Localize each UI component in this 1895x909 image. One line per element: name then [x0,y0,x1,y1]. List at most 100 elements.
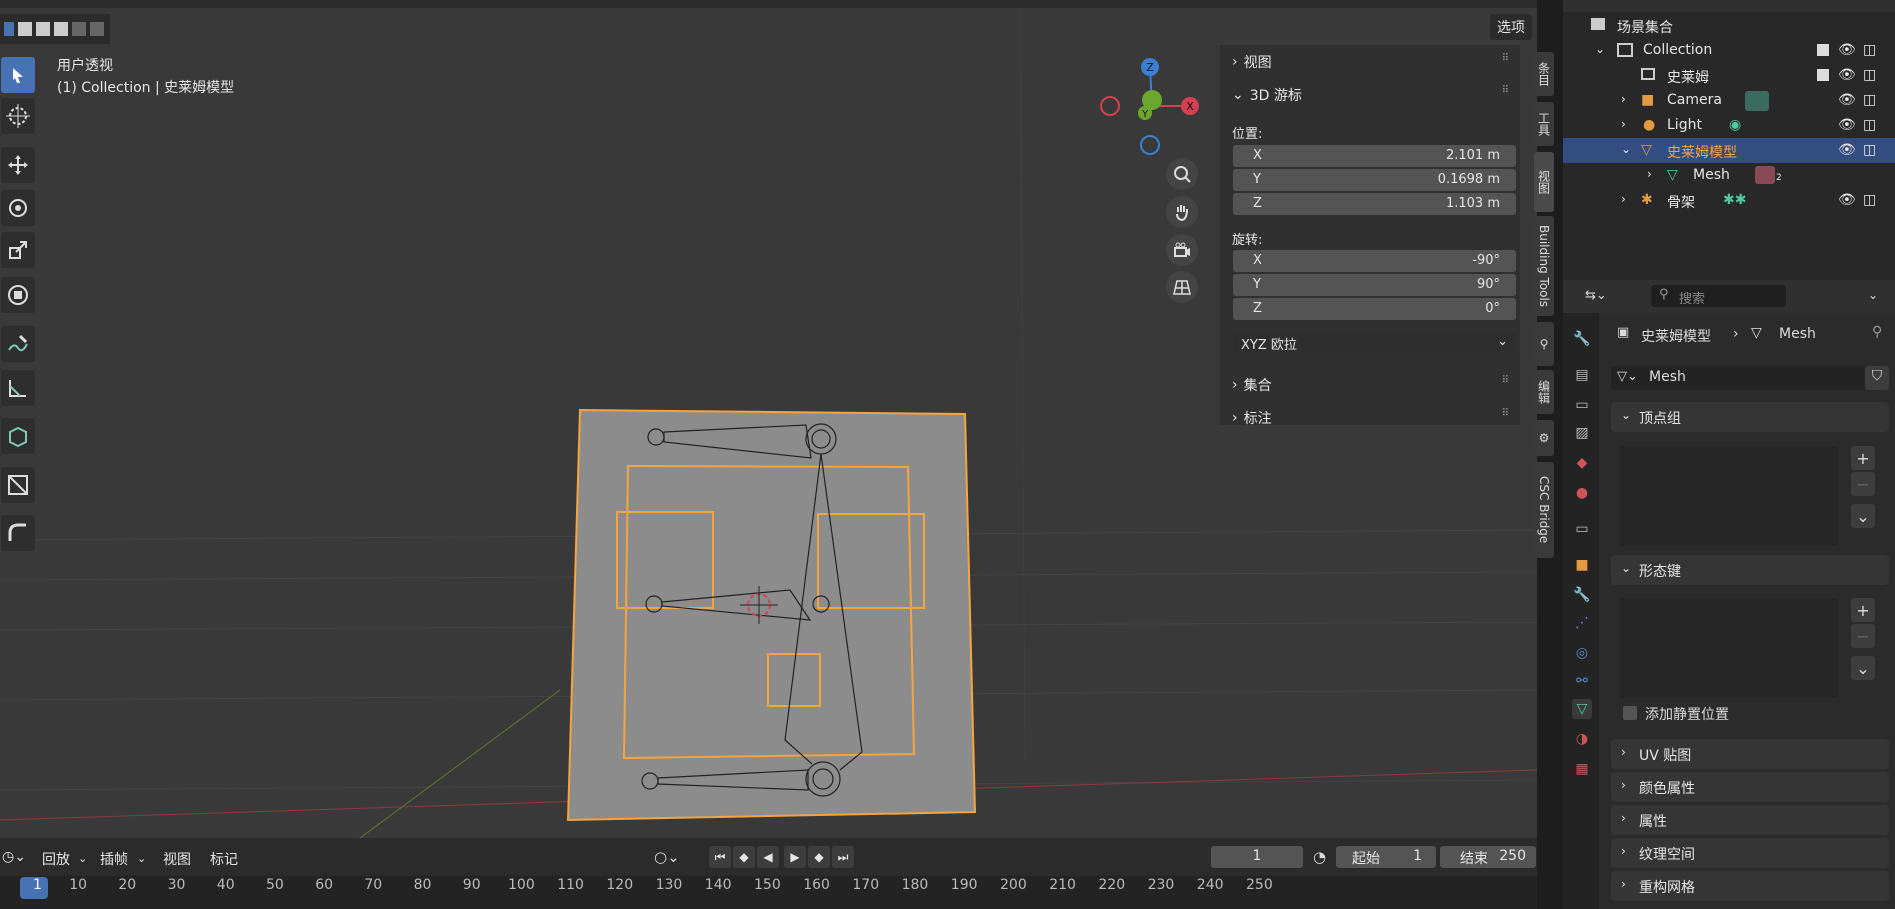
mesh-name-field[interactable]: ▽⌄ Mesh ⛉ [1611,366,1889,390]
cursor-location-z[interactable]: Z 1.103 m [1233,193,1516,215]
editor-type-icon[interactable]: ⇆⌄ [1585,288,1607,303]
eye-icon[interactable]: 👁 [1838,117,1856,133]
bevel-tool[interactable] [1,515,35,551]
camera-render-icon[interactable]: ◫ [1863,142,1876,158]
cursor-rotation-x[interactable]: X -90° [1233,250,1516,272]
transform-tool[interactable] [1,277,35,313]
zoom-icon[interactable] [1166,158,1198,190]
tab-settings-icon[interactable]: ⚙ [1534,420,1554,456]
attributes-panel[interactable]: › 属性 [1611,805,1889,835]
view-layer-tab-icon[interactable]: ▨ [1572,423,1592,443]
start-frame-field[interactable]: 起始 1 [1336,846,1436,868]
cursor-rotation-z[interactable]: Z 0° [1233,298,1516,320]
play-icon[interactable]: ▶ [784,846,806,868]
tab-csc-bridge[interactable]: CSC Bridge [1534,462,1554,558]
3d-cursor-section-header[interactable]: ⌄ 3D 游标 [1232,85,1302,105]
vertex-groups-panel[interactable]: ⌄ 顶点组 [1611,402,1889,432]
view-menu[interactable]: 视图 [163,849,191,869]
tab-view[interactable]: 视图 [1534,152,1554,212]
tab-edit[interactable]: 编辑 [1534,370,1554,414]
annotation-section-header[interactable]: › 标注 [1232,408,1272,428]
particles-tab-icon[interactable]: ⋰ [1572,613,1592,633]
end-frame-field[interactable]: 结束 250 [1440,846,1536,868]
select-tool[interactable] [1,57,35,93]
pan-hand-icon[interactable] [1166,196,1198,228]
object-tab-icon[interactable]: ■ [1572,555,1592,575]
camera-render-icon[interactable]: ◫ [1863,67,1876,83]
outliner-scene-collection[interactable]: 场景集合 [1563,13,1895,38]
pose-icon[interactable]: ✱✱ [1723,192,1746,208]
playback-menu[interactable]: 回放 [42,849,70,869]
eye-icon[interactable]: 👁 [1838,142,1856,158]
remesh-panel[interactable]: › 重构网格 [1611,871,1889,901]
world-tab-icon[interactable]: ● [1572,483,1592,503]
preview-range-icon[interactable]: ◔ [1313,848,1326,866]
material-icon[interactable] [1755,166,1775,184]
next-keyframe-icon[interactable]: ◆ [808,846,830,868]
tab-building-tools[interactable]: Building Tools [1534,216,1554,316]
outliner-slime-model[interactable]: ⌄ ▽ 史莱姆模型 👁 ◫ [1563,138,1895,163]
drag-handle-icon[interactable]: ⠿ [1502,85,1510,96]
pin-icon[interactable]: ⚲ [1872,324,1882,340]
checkbox-icon[interactable] [1817,69,1829,81]
cursor-location-x[interactable]: X 2.101 m [1233,145,1516,167]
marker-menu[interactable]: 标记 [210,849,238,869]
remove-shape-key-button[interactable]: − [1851,624,1875,648]
collection-tab-icon[interactable]: ▭ [1572,519,1592,539]
current-frame-field[interactable]: 1 [1211,846,1303,868]
drag-handle-icon[interactable]: ⠿ [1502,408,1510,419]
outliner-collection[interactable]: ⌄ Collection 👁 ◫ [1563,38,1895,63]
add-rest-position-checkbox[interactable] [1623,706,1637,720]
camera-render-icon[interactable]: ◫ [1863,92,1876,108]
mesh-browse-icon[interactable]: ▽⌄ [1617,369,1638,384]
outliner-armature[interactable]: › ✱ 骨架 ✱✱ 👁 ◫ [1563,188,1895,213]
cursor-rotation-y[interactable]: Y 90° [1233,274,1516,296]
auto-keying-icon[interactable]: ○⌄ [654,848,680,866]
tab-item[interactable]: 条目 [1534,52,1554,96]
camera-view-icon[interactable] [1166,234,1198,266]
drag-handle-icon[interactable]: ⠿ [1502,53,1510,64]
camera-render-icon[interactable]: ◫ [1863,192,1876,208]
tab-tool[interactable]: 工具 [1534,102,1554,146]
3d-viewport[interactable]: 选项 用户透视 (1) Collection | 史莱姆模型 Z X Y › 视图… [0,0,1537,838]
add-shape-key-button[interactable]: + [1851,598,1875,622]
tab-bone-icon[interactable]: ⚲ [1534,322,1554,366]
editor-type-icon[interactable]: ◷⌄ [2,849,26,865]
scale-tool[interactable] [1,232,35,268]
options-button[interactable]: 选项 [1490,14,1532,40]
perspective-grid-icon[interactable] [1166,271,1198,303]
measure-tool[interactable] [1,370,35,406]
outliner-slime-collection[interactable]: 史莱姆 👁 ◫ [1563,63,1895,88]
view-section-header[interactable]: › 视图 [1232,52,1272,72]
collection-section-header[interactable]: › 集合 [1232,375,1272,395]
camera-render-icon[interactable]: ◫ [1863,117,1876,133]
cursor-tool[interactable] [1,98,35,134]
render-tab-icon[interactable]: ▤ [1572,365,1592,385]
camera-render-icon[interactable]: ◫ [1863,42,1876,58]
checkbox-icon[interactable] [1817,44,1829,56]
fake-user-shield-icon[interactable]: ⛉ [1865,366,1889,390]
texture-space-panel[interactable]: › 纹理空间 [1611,838,1889,868]
eye-icon[interactable]: 👁 [1838,92,1856,108]
physics-tab-icon[interactable]: ◎ [1572,643,1592,663]
material-tab-icon[interactable]: ◑ [1572,729,1592,749]
annotate-tool[interactable] [1,326,35,362]
cursor-location-y[interactable]: Y 0.1698 m [1233,169,1516,191]
tool-tab-icon[interactable]: 🔧 [1572,329,1592,349]
navigation-gizmo[interactable]: Z X Y [1090,50,1210,160]
camera-data-icon[interactable] [1745,91,1769,111]
eye-icon[interactable]: 👁 [1838,192,1856,208]
move-tool[interactable] [1,147,35,183]
scene-tab-icon[interactable]: ◆ [1572,453,1592,473]
rotate-tool[interactable] [1,190,35,226]
outliner-camera[interactable]: › ■ Camera 👁 ◫ [1563,88,1895,113]
eye-icon[interactable]: 👁 [1838,42,1856,58]
play-reverse-icon[interactable]: ◀ [757,846,779,868]
shape-keys-panel[interactable]: ⌄ 形态键 [1611,555,1889,585]
outliner-mesh-data[interactable]: › ▽ Mesh 2 [1563,163,1895,188]
texture-tab-icon[interactable]: ▦ [1572,759,1592,779]
shape-key-specials-icon[interactable]: ⌄ [1851,656,1875,680]
mesh-data-tab-icon[interactable]: ▽ [1572,699,1592,719]
light-data-icon[interactable]: ◉ [1729,117,1741,133]
jump-start-icon[interactable]: ⏮ [709,846,731,868]
